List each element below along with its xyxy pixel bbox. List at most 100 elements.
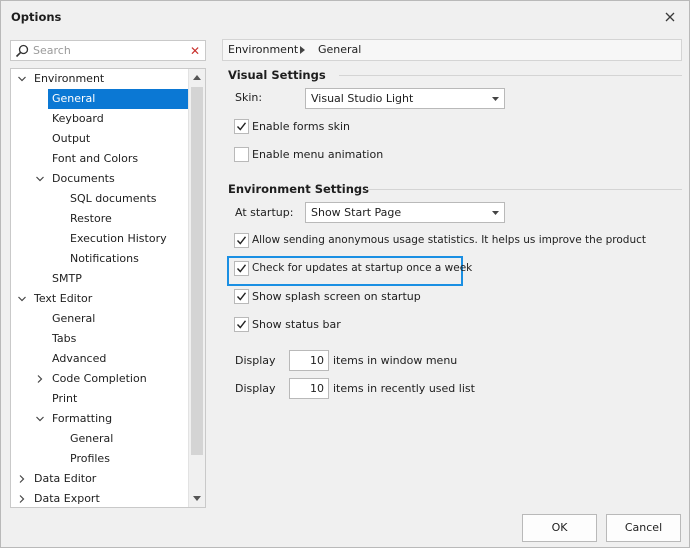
tree-item[interactable]: Print xyxy=(11,389,188,409)
tree-item-label: General xyxy=(52,92,96,105)
checkbox-box xyxy=(234,119,249,134)
checkbox-label: Show splash screen on startup xyxy=(252,290,421,303)
checkbox-label: Enable forms skin xyxy=(252,120,350,133)
usage-statistics-checkbox[interactable]: Allow sending anonymous usage statistics… xyxy=(234,232,654,250)
skin-value: Visual Studio Light xyxy=(311,92,414,105)
group-divider xyxy=(339,75,682,76)
tree-item[interactable]: General xyxy=(11,89,188,109)
tree-item-label: Advanced xyxy=(52,352,107,365)
tree-item-label: Keyboard xyxy=(52,112,104,125)
window-menu-count-input[interactable]: 10 xyxy=(289,350,329,371)
startup-label: At startup: xyxy=(235,206,294,219)
search-box: ✕ xyxy=(10,40,206,61)
enable-forms-skin-checkbox[interactable]: Enable forms skin xyxy=(234,118,384,136)
clear-search-icon[interactable]: ✕ xyxy=(189,44,201,58)
tree-item-label: Formatting xyxy=(52,412,113,425)
tree-item[interactable]: Profiles xyxy=(11,449,188,469)
environment-settings-title: Environment Settings xyxy=(228,182,369,196)
recent-list-suffix: items in recently used list xyxy=(333,382,475,395)
tree-item-label: Code Completion xyxy=(52,372,147,385)
tree-item-label: Data Export xyxy=(34,492,100,505)
enable-menu-animation-checkbox[interactable]: Enable menu animation xyxy=(234,146,384,164)
window-menu-suffix: items in window menu xyxy=(333,354,458,367)
tree-item[interactable]: Text Editor xyxy=(11,289,188,309)
close-icon xyxy=(665,12,675,22)
checkbox-box xyxy=(234,261,249,276)
tree-item[interactable]: Environment xyxy=(11,69,188,89)
tree-item-label: Profiles xyxy=(70,452,110,465)
options-tree: Environment General Keyboard Output Font and… xyxy=(10,68,206,508)
tree-item[interactable]: Formatting xyxy=(11,409,188,429)
checkbox-label: Show status bar xyxy=(252,318,341,331)
breadcrumb-general[interactable]: General xyxy=(318,43,361,56)
tree-scrollbar[interactable] xyxy=(188,69,205,507)
chevron-down-icon[interactable] xyxy=(34,409,46,429)
tree-item[interactable]: Restore xyxy=(11,209,188,229)
tree-item[interactable]: SMTP xyxy=(11,269,188,289)
tree-item[interactable]: Notifications xyxy=(11,249,188,269)
chevron-up-icon xyxy=(193,75,201,80)
checkmark-icon xyxy=(236,264,247,273)
ok-button[interactable]: OK xyxy=(522,514,597,542)
breadcrumb: Environment General xyxy=(222,39,682,61)
checkbox-box xyxy=(234,233,249,248)
chevron-right-icon xyxy=(300,46,305,54)
skin-label: Skin: xyxy=(235,91,263,104)
splash-screen-checkbox[interactable]: Show splash screen on startup xyxy=(234,288,434,306)
tree-item-label: Text Editor xyxy=(34,292,93,305)
chevron-right-icon[interactable] xyxy=(16,469,28,489)
tree-item-label: Environment xyxy=(34,72,105,85)
breadcrumb-environment[interactable]: Environment xyxy=(228,43,298,56)
tree-item[interactable]: Data Export xyxy=(11,489,188,507)
checkmark-icon xyxy=(236,292,247,301)
tree-item[interactable]: Font and Colors xyxy=(11,149,188,169)
tree-item[interactable]: Documents xyxy=(11,169,188,189)
scroll-down-button[interactable] xyxy=(189,490,205,507)
tree-item[interactable]: Code Completion xyxy=(11,369,188,389)
tree-item-label: SQL documents xyxy=(70,192,157,205)
chevron-down-icon xyxy=(492,97,499,101)
tree-item[interactable]: General xyxy=(11,309,188,329)
search-input[interactable] xyxy=(33,42,183,59)
tree-item[interactable]: SQL documents xyxy=(11,189,188,209)
tree-item-label: Notifications xyxy=(70,252,139,265)
startup-value: Show Start Page xyxy=(311,206,402,219)
display-recent-list-label: Display xyxy=(235,382,276,395)
tree-item[interactable]: General xyxy=(11,429,188,449)
checkbox-label: Allow sending anonymous usage statistics… xyxy=(252,234,646,246)
checkmark-icon xyxy=(236,236,247,245)
cancel-button[interactable]: Cancel xyxy=(606,514,681,542)
scrollbar-thumb[interactable] xyxy=(191,87,203,455)
tree-item-label: SMTP xyxy=(52,272,82,285)
tree-item[interactable]: Keyboard xyxy=(11,109,188,129)
tree-item[interactable]: Advanced xyxy=(11,349,188,369)
tree-item[interactable]: Output xyxy=(11,129,188,149)
window-title: Options xyxy=(11,10,62,24)
tree-item-label: General xyxy=(52,312,96,325)
checkbox-box xyxy=(234,147,249,162)
check-for-updates-checkbox[interactable]: Check for updates at startup once a week xyxy=(234,260,472,278)
tree-item-label: Output xyxy=(52,132,91,145)
checkmark-icon xyxy=(236,320,247,329)
status-bar-checkbox[interactable]: Show status bar xyxy=(234,316,384,334)
tree-item[interactable]: Tabs xyxy=(11,329,188,349)
close-button[interactable] xyxy=(661,8,679,26)
checkbox-box xyxy=(234,289,249,304)
chevron-right-icon[interactable] xyxy=(16,489,28,507)
tree-item[interactable]: Data Editor xyxy=(11,469,188,489)
tree-item-label: Execution History xyxy=(70,232,167,245)
scroll-up-button[interactable] xyxy=(189,69,205,86)
chevron-down-icon[interactable] xyxy=(16,289,28,309)
chevron-down-icon xyxy=(193,496,201,501)
tree-item-label: General xyxy=(70,432,114,445)
recent-list-count-input[interactable]: 10 xyxy=(289,378,329,399)
chevron-down-icon[interactable] xyxy=(16,69,28,89)
skin-dropdown[interactable]: Visual Studio Light xyxy=(305,88,505,109)
search-icon xyxy=(15,44,29,58)
tree-item-label: Documents xyxy=(52,172,115,185)
startup-dropdown[interactable]: Show Start Page xyxy=(305,202,505,223)
chevron-right-icon[interactable] xyxy=(34,369,46,389)
chevron-down-icon[interactable] xyxy=(34,169,46,189)
checkbox-box xyxy=(234,317,249,332)
tree-item[interactable]: Execution History xyxy=(11,229,188,249)
